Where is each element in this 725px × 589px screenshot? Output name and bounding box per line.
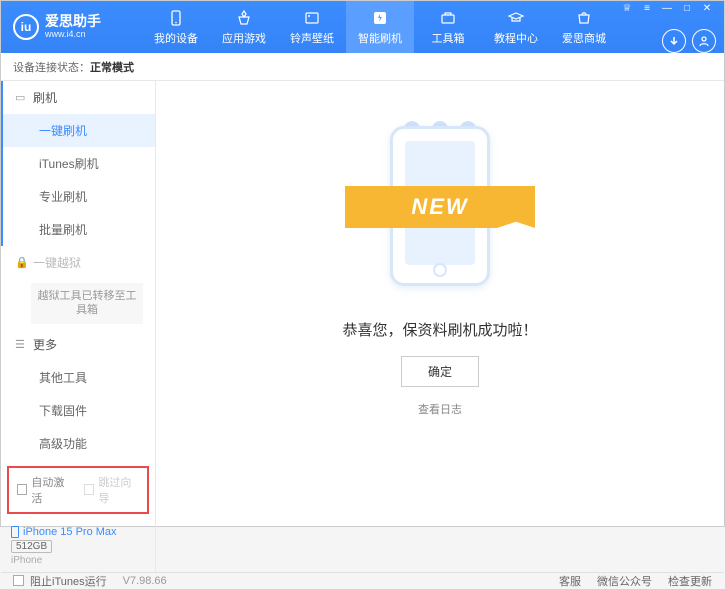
sidebar-item-pro[interactable]: 专业刷机	[3, 180, 155, 213]
sidebar-item-batch[interactable]: 批量刷机	[3, 213, 155, 246]
device-info[interactable]: iPhone 15 Pro Max 512GB iPhone	[1, 520, 155, 572]
success-message: 恭喜您，保资料刷机成功啦！	[342, 319, 537, 340]
nav-store[interactable]: 爱思商城	[550, 1, 618, 53]
app-title: 爱思助手	[45, 14, 101, 29]
nav-apps[interactable]: 应用游戏	[210, 1, 278, 53]
store-icon	[574, 8, 594, 28]
sidebar-item-other[interactable]: 其他工具	[3, 361, 155, 394]
checkbox-icon	[13, 575, 24, 586]
footer-link-update[interactable]: 检查更新	[668, 573, 712, 589]
main-nav: 我的设备 应用游戏 铃声壁纸 智能刷机 工具箱 教程中心	[142, 1, 618, 53]
more-icon: ☰	[15, 338, 27, 351]
close-button[interactable]: ✕	[698, 1, 716, 15]
menu-icon[interactable]: ≡	[638, 1, 656, 15]
flash-icon	[370, 8, 390, 28]
flash-small-icon: ▭	[15, 91, 27, 104]
nav-ringtones[interactable]: 铃声壁纸	[278, 1, 346, 53]
logo-icon: iu	[13, 14, 39, 40]
device-icon	[166, 8, 186, 28]
checkbox-skip-guide[interactable]: 跳过向导	[84, 474, 139, 506]
sidebar-group-more[interactable]: ☰ 更多	[3, 328, 155, 361]
toolbox-icon	[438, 8, 458, 28]
window-controls: ♕ ≡ — □ ✕	[618, 1, 716, 15]
sidebar-item-oneclick[interactable]: 一键刷机	[3, 114, 155, 147]
user-button[interactable]	[692, 29, 716, 53]
checkbox-block-itunes[interactable]: 阻止iTunes运行	[13, 573, 107, 589]
minimize-button[interactable]: —	[658, 1, 676, 15]
device-storage: 512GB	[11, 540, 52, 553]
app-subtitle: www.i4.cn	[45, 30, 101, 40]
app-header: iu 爱思助手 www.i4.cn 我的设备 应用游戏 铃声壁纸 智能刷机	[1, 1, 724, 53]
footer-link-support[interactable]: 客服	[559, 573, 581, 589]
new-ribbon: NEW	[345, 186, 535, 228]
status-value: 正常模式	[90, 59, 134, 75]
nav-tutorials[interactable]: 教程中心	[482, 1, 550, 53]
status-bar: 设备连接状态： 正常模式	[1, 53, 724, 81]
sidebar-group-flash[interactable]: ▭ 刷机	[3, 81, 155, 114]
checkbox-auto-activate[interactable]: 自动激活	[17, 474, 72, 506]
sidebar-item-advanced[interactable]: 高级功能	[3, 427, 155, 460]
nav-toolbox[interactable]: 工具箱	[414, 1, 482, 53]
version-label: V7.98.66	[123, 575, 167, 587]
hat-icon	[506, 8, 526, 28]
nav-flash[interactable]: 智能刷机	[346, 1, 414, 53]
sidebar: ▭ 刷机 一键刷机 iTunes刷机 专业刷机 批量刷机 🔒 一键越狱 越狱工具…	[1, 81, 156, 572]
jailbreak-note: 越狱工具已转移至工具箱	[31, 283, 143, 324]
lock-icon: 🔒	[15, 256, 27, 269]
sidebar-group-jailbreak[interactable]: 🔒 一键越狱	[3, 246, 155, 279]
view-log-link[interactable]: 查看日志	[418, 401, 462, 417]
image-icon	[302, 8, 322, 28]
status-prefix: 设备连接状态：	[13, 59, 90, 75]
success-illustration: NEW	[325, 111, 555, 301]
vip-icon[interactable]: ♕	[618, 1, 636, 15]
ok-button[interactable]: 确定	[401, 356, 479, 387]
sidebar-item-firmware[interactable]: 下载固件	[3, 394, 155, 427]
footer-link-wechat[interactable]: 微信公众号	[597, 573, 652, 589]
nav-my-device[interactable]: 我的设备	[142, 1, 210, 53]
activation-options: 自动激活 跳过向导	[7, 466, 149, 514]
sidebar-item-itunes[interactable]: iTunes刷机	[3, 147, 155, 180]
apps-icon	[234, 8, 254, 28]
maximize-button[interactable]: □	[678, 1, 696, 15]
main-panel: NEW 恭喜您，保资料刷机成功啦！ 确定 查看日志	[156, 81, 724, 572]
device-type: iPhone	[11, 555, 145, 566]
footer: 阻止iTunes运行 V7.98.66 客服 微信公众号 检查更新	[1, 572, 724, 589]
download-button[interactable]	[662, 29, 686, 53]
phone-icon	[11, 526, 19, 538]
checkbox-icon	[17, 484, 27, 495]
device-name-label: iPhone 15 Pro Max	[23, 526, 117, 538]
checkbox-icon	[84, 484, 94, 495]
logo: iu 爱思助手 www.i4.cn	[13, 14, 142, 40]
